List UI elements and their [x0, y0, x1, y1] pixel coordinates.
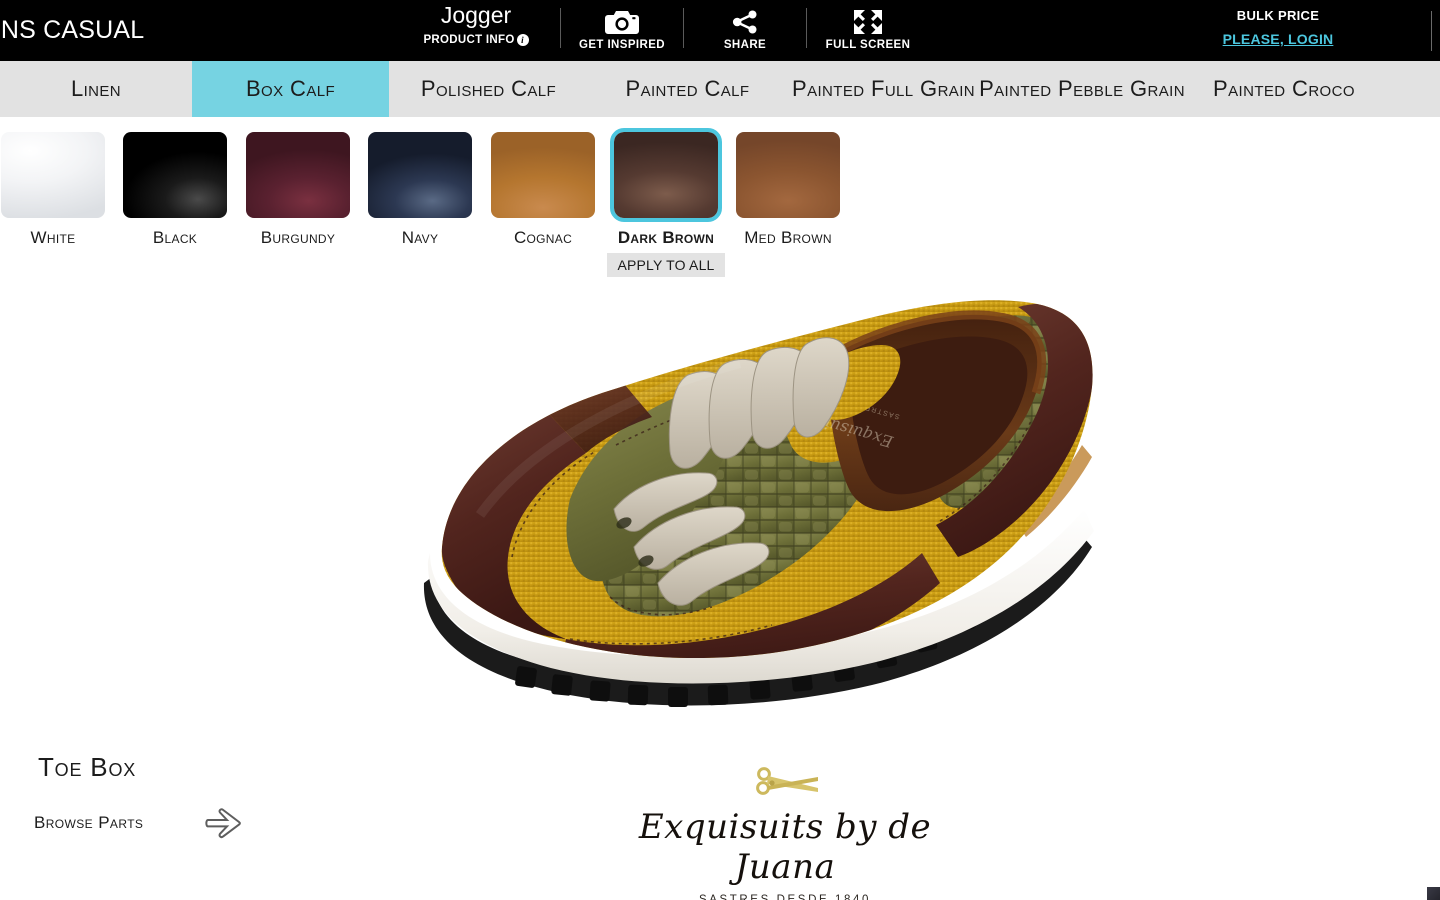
tab-painted-calf[interactable]: Painted Calf: [588, 61, 787, 117]
header-divider-3: [806, 8, 807, 48]
color-swatch-burgundy[interactable]: [246, 132, 350, 218]
header-divider-right: [1431, 11, 1432, 51]
color-swatch-cognac[interactable]: [491, 132, 595, 218]
product-info-button[interactable]: PRODUCT INFO i: [423, 34, 529, 46]
swatch-item-navy[interactable]: Navy: [359, 117, 481, 248]
category-title: ENS CASUAL: [0, 16, 145, 44]
header-divider-1: [560, 8, 561, 48]
share-label: SHARE: [723, 39, 767, 51]
material-tab-bar: Linen Box Calf Polished Calf Painted Calf Pa…: [0, 61, 1440, 117]
swatch-item-burgundy[interactable]: Burgundy: [237, 117, 359, 248]
tab-painted-croco[interactable]: Painted Croco: [1184, 61, 1384, 117]
swatch-label: Cognac: [513, 228, 573, 247]
tab-polished-calf[interactable]: Polished Calf: [389, 61, 588, 117]
top-header-bar: ENS CASUAL Jogger PRODUCT INFO i GET INS…: [0, 0, 1440, 61]
tab-box-calf[interactable]: Box Calf: [192, 61, 389, 117]
color-swatch-navy[interactable]: [368, 132, 472, 218]
color-swatch-med-brown[interactable]: [736, 132, 840, 218]
product-info-block[interactable]: Jogger PRODUCT INFO i: [410, 0, 542, 48]
swatch-label: White: [30, 228, 76, 247]
arrow-right-icon[interactable]: [205, 806, 243, 840]
tab-painted-full-grain[interactable]: Painted Full Grain: [787, 61, 980, 117]
brand-script-name: Exquisuits by de Juana: [638, 807, 932, 887]
configurator-page: ENS CASUAL Jogger PRODUCT INFO i GET INS…: [0, 0, 1440, 900]
tab-painted-pebble-grain[interactable]: Painted Pebble Grain: [979, 61, 1184, 117]
header-divider-2: [683, 8, 684, 48]
full-screen-label: FULL SCREEN: [825, 39, 911, 51]
product-info-label: PRODUCT INFO: [423, 34, 515, 46]
swatch-label: Black: [152, 228, 198, 247]
swatch-item-med-brown[interactable]: Med Brown: [727, 117, 849, 248]
brand-tagline: SASTRES DESDE 1840: [698, 894, 872, 900]
tab-linen[interactable]: Linen: [0, 61, 192, 117]
bulk-price-label: BULK PRICE: [1236, 8, 1320, 23]
get-inspired-button[interactable]: GET INSPIRED: [579, 0, 665, 51]
scissors-icon: [620, 766, 950, 805]
footer-brand-logo: Exquisuits by de Juana SASTRES DESDE 184…: [620, 766, 950, 900]
info-circle-icon[interactable]: i: [516, 34, 529, 46]
header-center-tools: Jogger PRODUCT INFO i GET INSPIRED SHARE…: [410, 0, 911, 61]
fullscreen-icon: [852, 8, 884, 36]
swatch-label: Burgundy: [260, 228, 336, 247]
color-swatch-dark-brown[interactable]: [610, 128, 722, 222]
share-button[interactable]: SHARE: [702, 0, 788, 51]
swatch-label: Dark Brown: [617, 228, 715, 247]
swatch-label: Navy: [401, 228, 439, 247]
product-title: Jogger: [440, 2, 512, 28]
corner-marker: [1427, 887, 1440, 900]
browse-parts-row[interactable]: Browse Parts: [34, 806, 264, 840]
part-title: Toe Box: [38, 752, 137, 782]
product-stage: Exquisuits by de SASTRES DESDE 1840: [0, 287, 1440, 727]
color-swatch-white[interactable]: [1, 132, 105, 218]
full-screen-button[interactable]: FULL SCREEN: [825, 0, 911, 51]
bulk-price-block: BULK PRICE PLEASE, LOGIN: [1158, 8, 1398, 49]
shoe-render[interactable]: Exquisuits by de SASTRES DESDE 1840: [420, 247, 1160, 717]
swatch-item-cognac[interactable]: Cognac: [482, 117, 604, 248]
swatch-item-white[interactable]: White: [0, 117, 114, 248]
camera-icon: [605, 8, 639, 36]
swatch-item-black[interactable]: Black: [114, 117, 236, 248]
get-inspired-label: GET INSPIRED: [579, 39, 665, 51]
color-swatch-black[interactable]: [123, 132, 227, 218]
swatch-label: Med Brown: [744, 228, 832, 247]
browse-parts-label[interactable]: Browse Parts: [34, 813, 143, 833]
login-link[interactable]: PLEASE, LOGIN: [1223, 31, 1334, 47]
share-icon: [732, 8, 758, 36]
